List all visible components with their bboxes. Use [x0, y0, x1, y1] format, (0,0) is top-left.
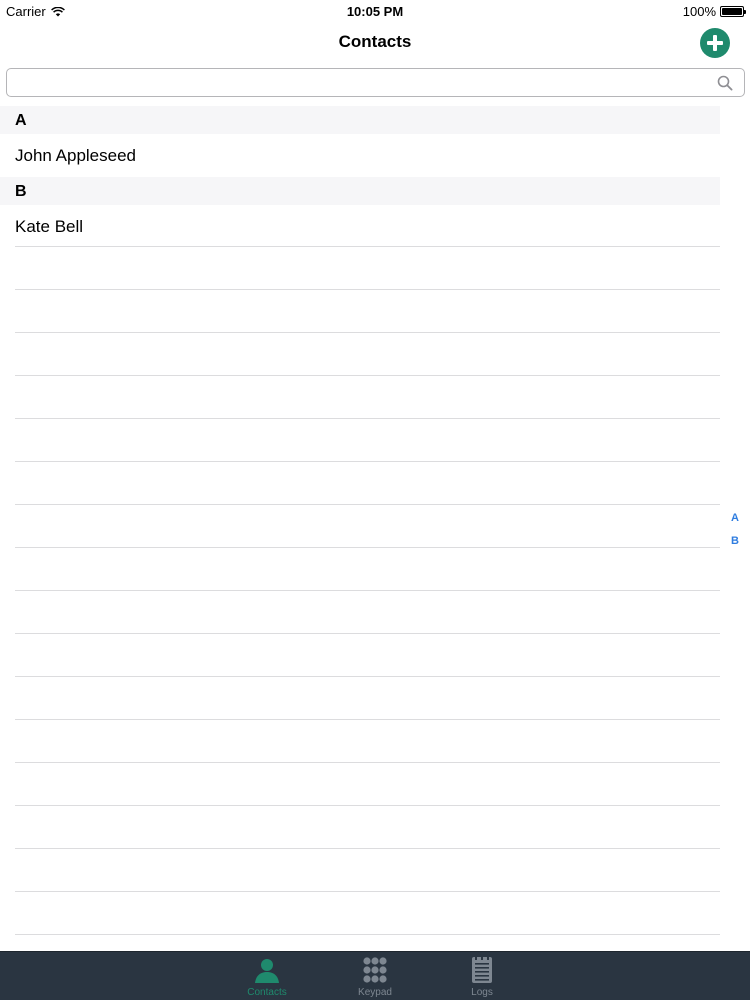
person-icon: [255, 959, 279, 983]
row-separator: [15, 547, 720, 548]
row-separator: [15, 676, 720, 677]
row-separator: [15, 805, 720, 806]
row-separator: [15, 418, 720, 419]
index-letter-a[interactable]: A: [728, 510, 742, 533]
tab-contacts[interactable]: Contacts: [227, 952, 307, 1000]
row-separator: [15, 504, 720, 505]
tab-label: Logs: [471, 987, 493, 998]
tab-label: Contacts: [247, 987, 287, 998]
tab-bar: Contacts Keypad Logs: [0, 951, 750, 1000]
list-icon: [472, 956, 492, 983]
page-title: Contacts: [338, 32, 412, 51]
search-bar[interactable]: [6, 68, 745, 97]
tab-keypad[interactable]: Keypad: [335, 952, 415, 1000]
status-time: 10:05 PM: [346, 4, 404, 19]
row-separator: [15, 289, 720, 290]
row-separator: [15, 719, 720, 720]
contact-name: Kate Bell: [15, 217, 84, 236]
keypad-icon: [363, 957, 387, 983]
battery-indicator: 100%: [682, 4, 746, 19]
row-separator: [15, 633, 720, 634]
row-separator: [15, 246, 720, 247]
section-header-b: B: [0, 177, 720, 205]
row-separator: [15, 762, 720, 763]
section-letter: B: [15, 183, 27, 200]
search-input[interactable]: [7, 69, 744, 96]
row-separator: [15, 934, 720, 935]
search-icon[interactable]: [717, 75, 733, 91]
battery-percent: 100%: [682, 4, 716, 19]
tab-logs[interactable]: Logs: [442, 952, 522, 1000]
row-separator: [15, 590, 720, 591]
row-separator: [15, 848, 720, 849]
add-contact-button[interactable]: [700, 28, 730, 58]
contact-list[interactable]: A John Appleseed B Kate Bell: [0, 106, 720, 248]
section-letter: A: [15, 112, 27, 129]
contact-name: John Appleseed: [15, 146, 136, 165]
battery-icon: [720, 6, 746, 17]
row-separator: [15, 891, 720, 892]
row-separator: [15, 375, 720, 376]
status-bar: Carrier 10:05 PM 100%: [0, 0, 750, 22]
section-index[interactable]: A B: [728, 510, 742, 556]
index-letter-b[interactable]: B: [728, 533, 742, 556]
row-separator: [15, 332, 720, 333]
contact-row-john-appleseed[interactable]: John Appleseed: [0, 134, 720, 177]
contact-row-kate-bell[interactable]: Kate Bell: [0, 205, 720, 248]
row-separator: [15, 461, 720, 462]
section-header-a: A: [0, 106, 720, 134]
tab-label: Keypad: [358, 987, 392, 998]
